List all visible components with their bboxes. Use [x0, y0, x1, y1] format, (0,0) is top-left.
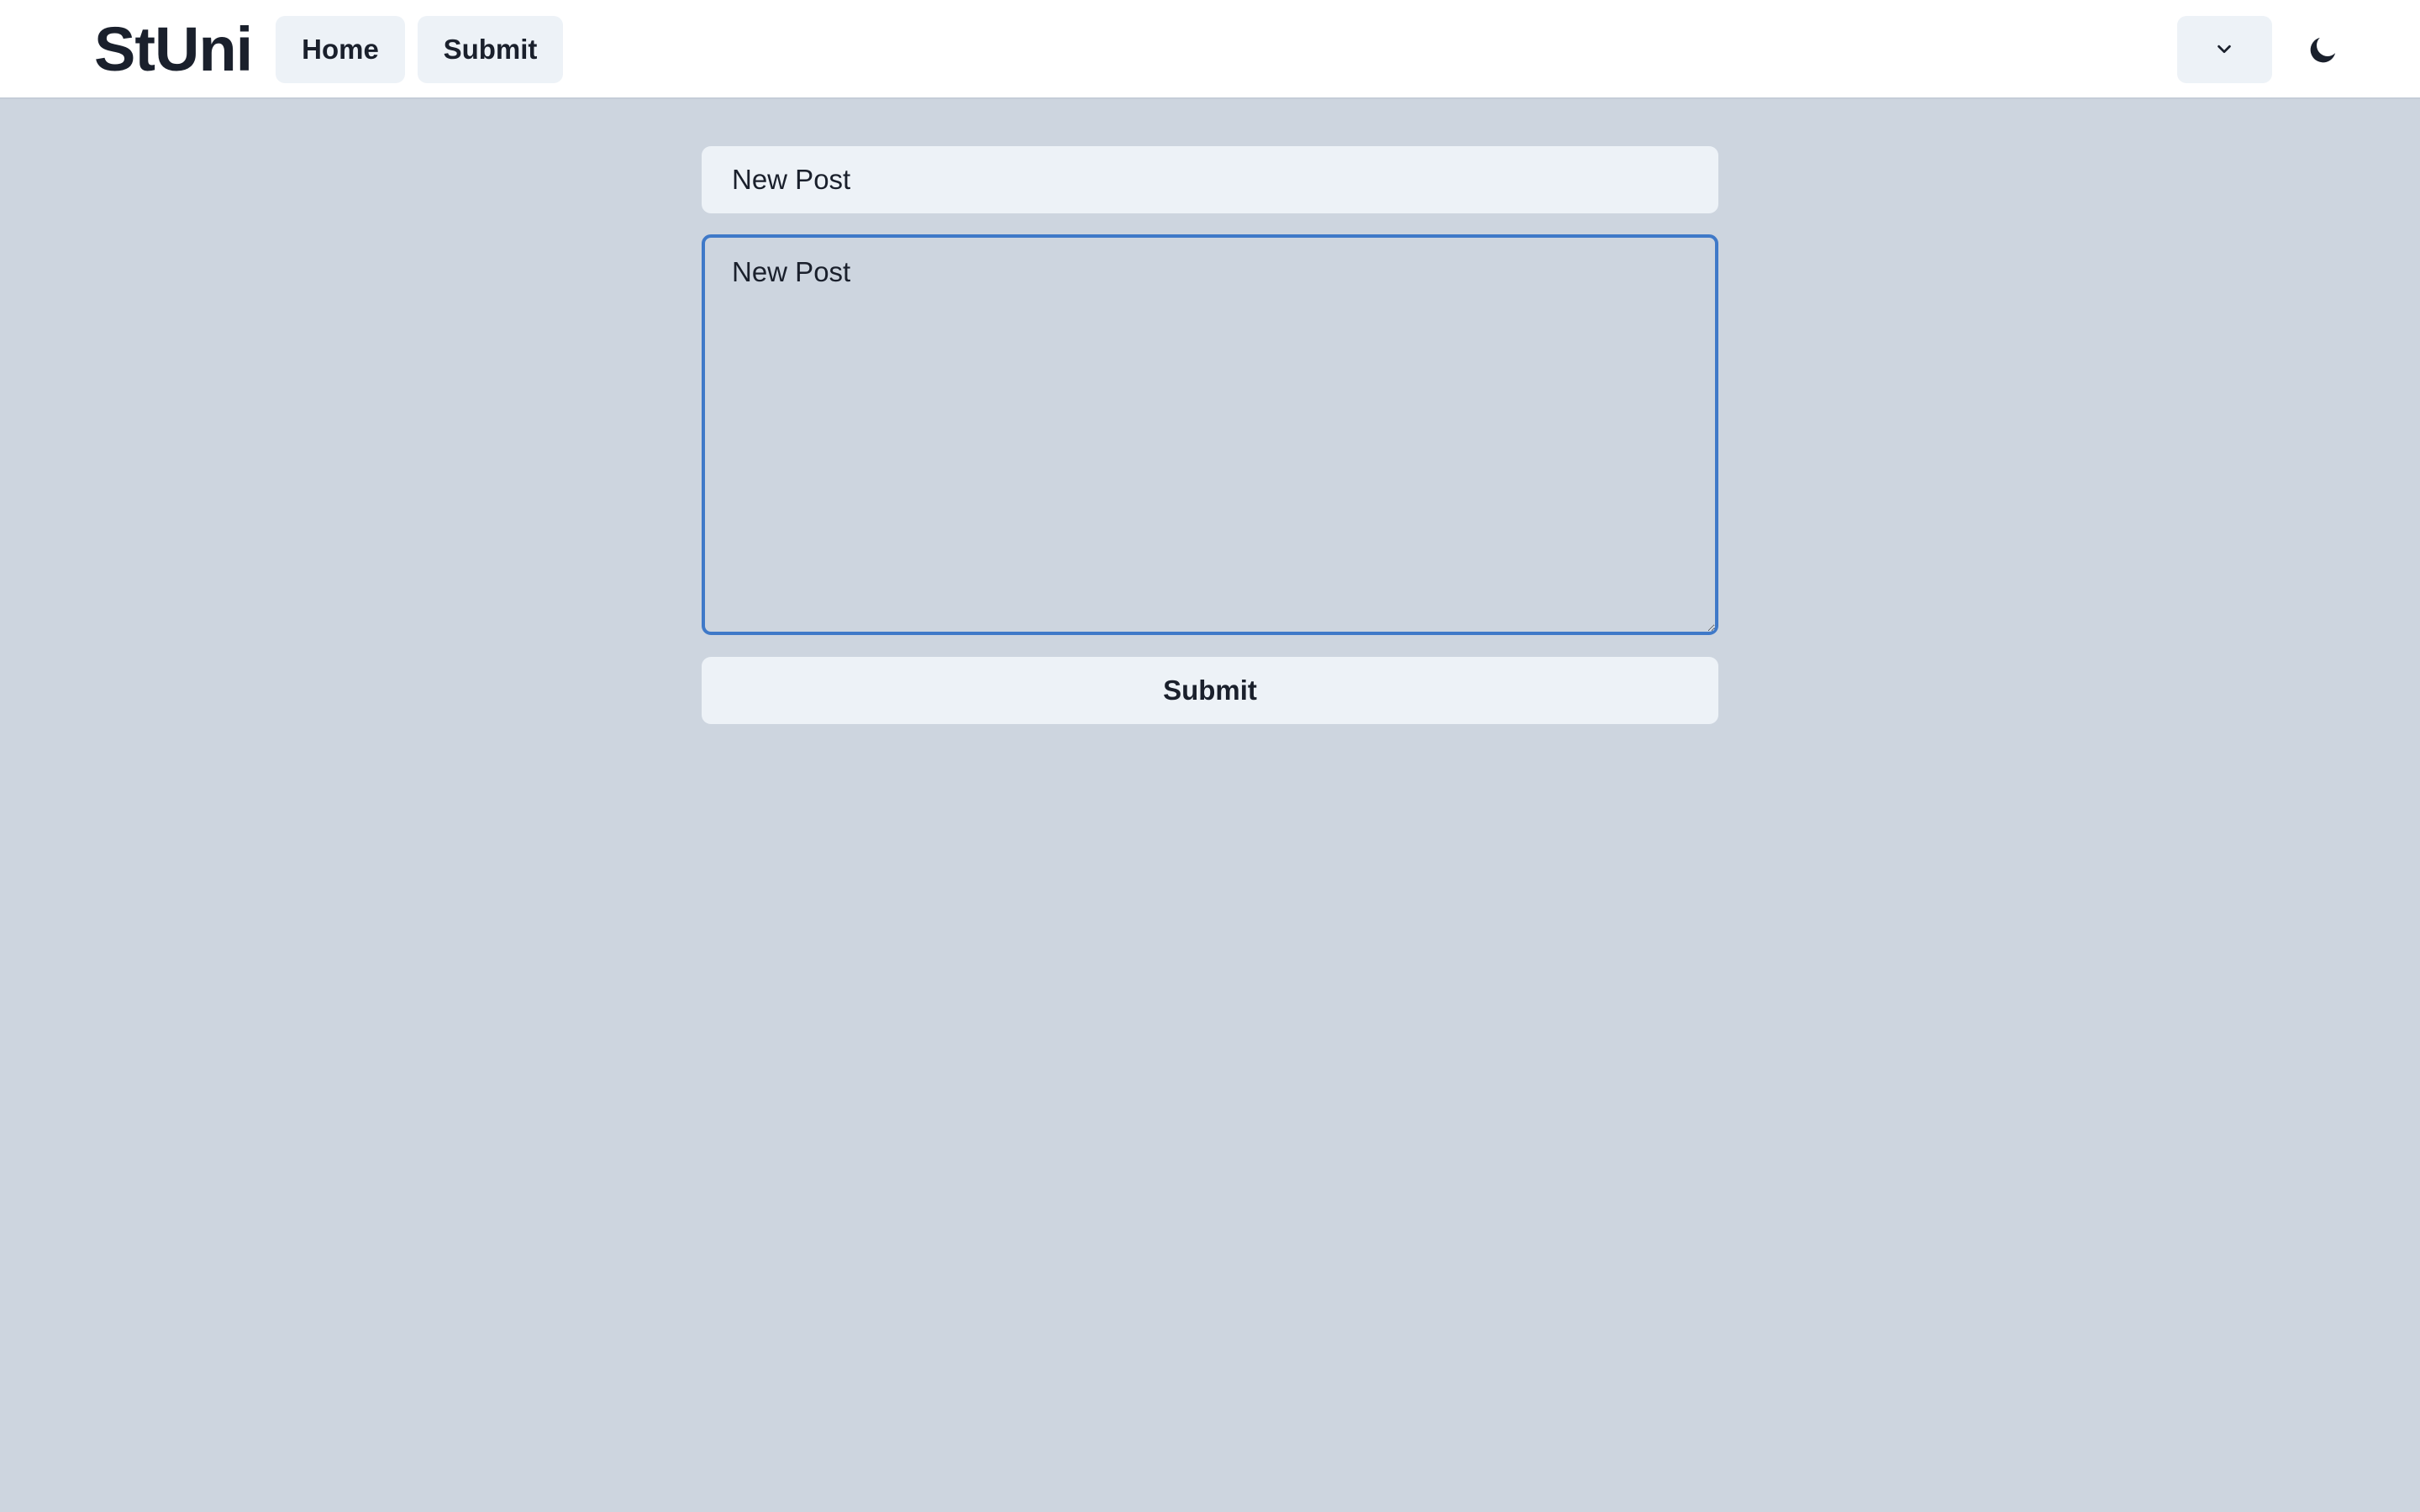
top-navbar: StUni Home Submit [0, 0, 2420, 99]
moon-icon [2310, 37, 2336, 63]
post-body-textarea[interactable]: New Post [702, 234, 1718, 635]
chevron-down-icon [2217, 45, 2231, 54]
theme-toggle-button[interactable] [2290, 16, 2357, 83]
user-menu-dropdown-button[interactable] [2177, 16, 2272, 83]
post-title-input[interactable] [702, 146, 1718, 213]
nav-submit-button[interactable]: Submit [418, 16, 563, 83]
brand-logo[interactable]: StUni [94, 12, 253, 87]
nav-home-button[interactable]: Home [276, 16, 405, 83]
submit-post-button[interactable]: Submit [702, 657, 1718, 724]
